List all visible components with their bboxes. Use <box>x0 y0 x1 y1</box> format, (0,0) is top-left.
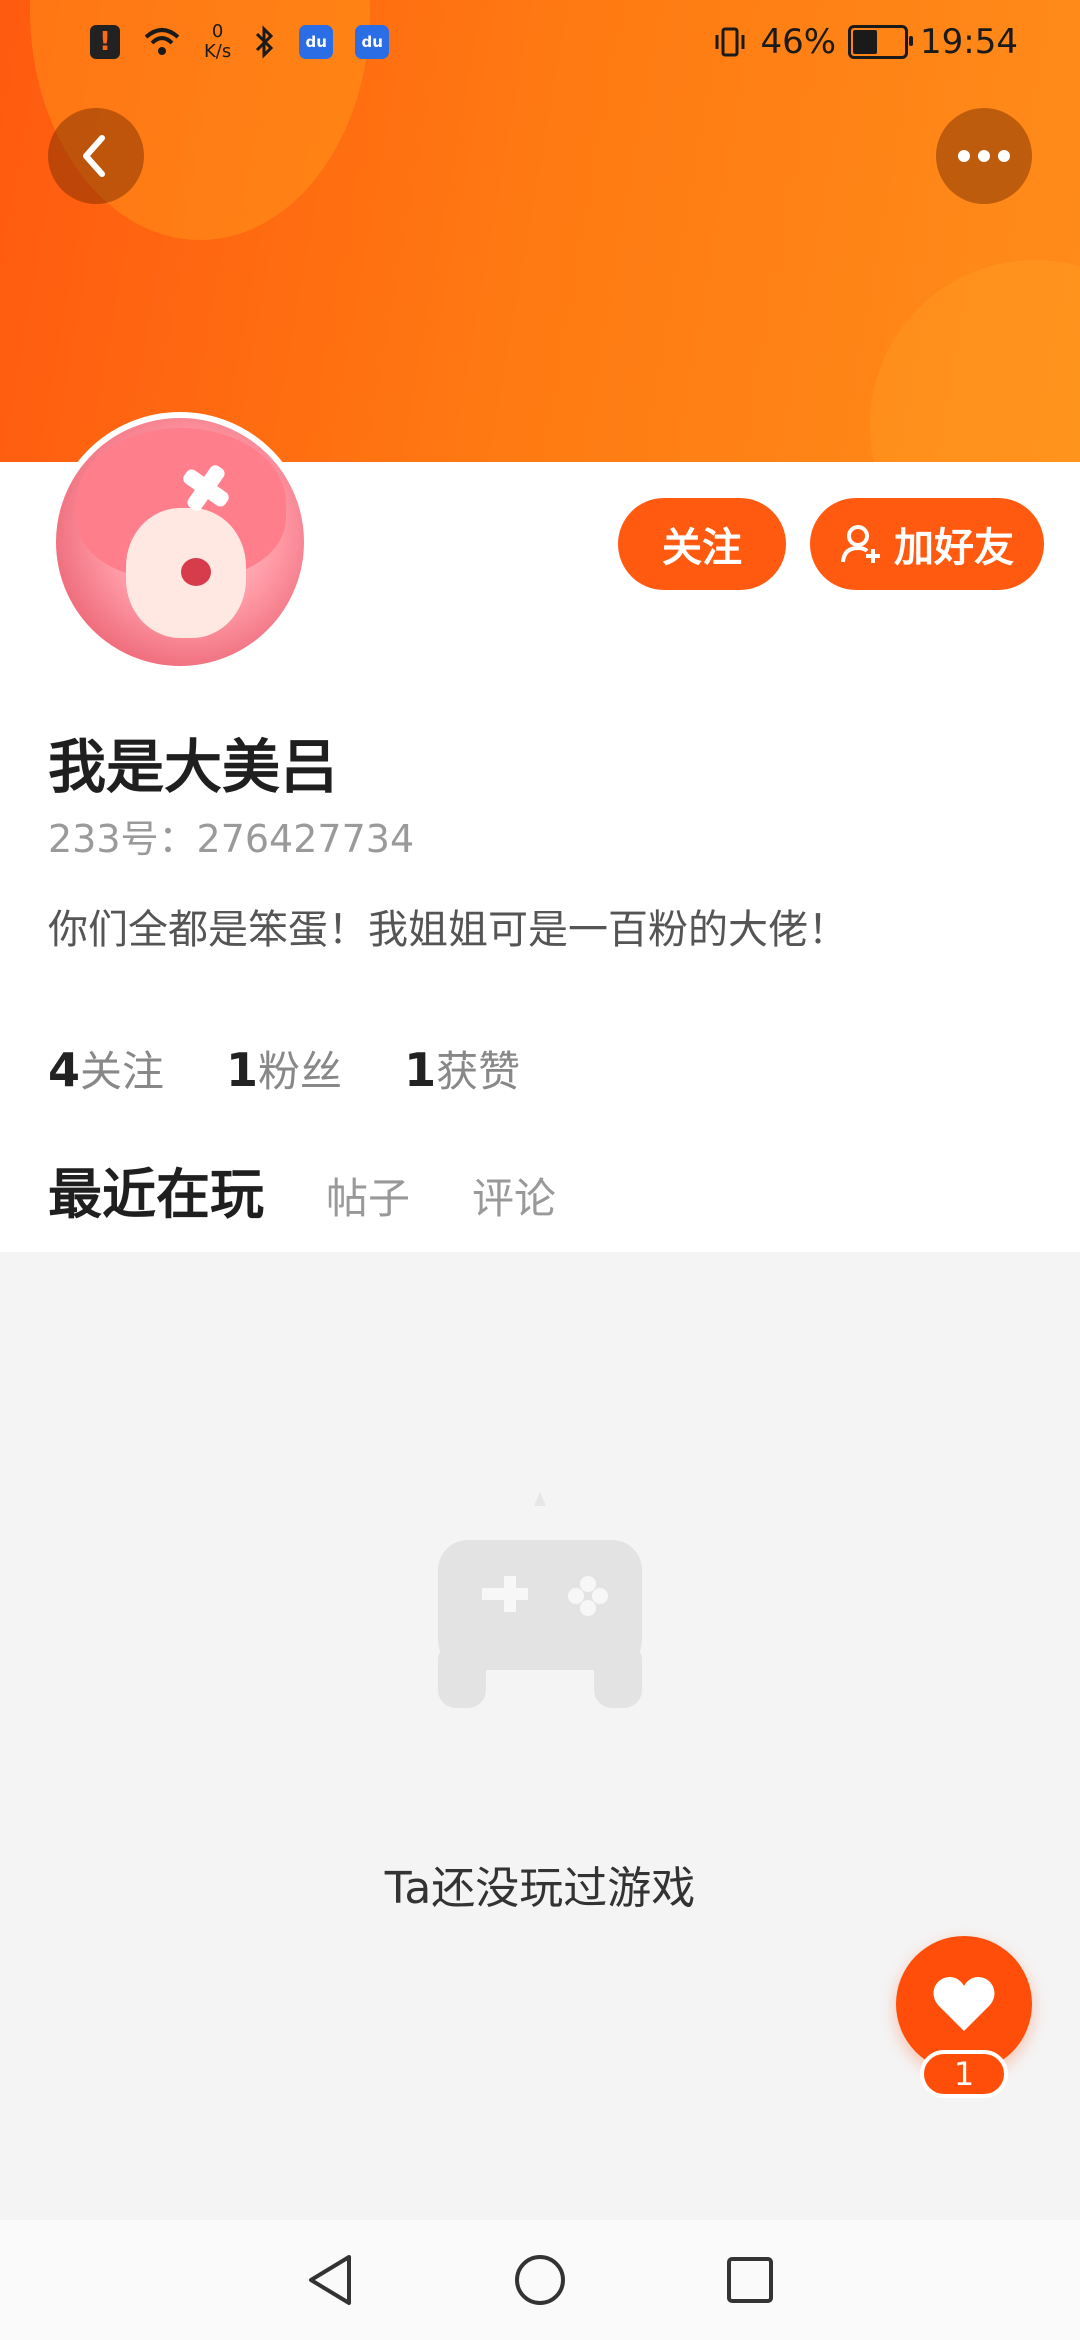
empty-state-text: Ta还没玩过游戏 <box>384 1863 696 1914</box>
follow-button[interactable]: 关注 <box>618 498 786 590</box>
like-count-badge: 1 <box>920 2050 1008 2098</box>
more-button[interactable] <box>936 108 1032 204</box>
nav-back-button[interactable] <box>300 2250 360 2310</box>
battery-icon <box>848 25 914 59</box>
network-speed: 0 K/s <box>204 21 232 62</box>
profile-uid: 233号：276427734 <box>48 817 415 861</box>
system-navigation-bar <box>0 2220 1080 2340</box>
add-friend-icon <box>841 525 880 563</box>
stat-fans[interactable]: 1粉丝 <box>226 1038 342 1099</box>
gamepad-icon <box>438 1492 642 1708</box>
baidu-app-icon: du <box>355 25 390 59</box>
avatar[interactable] <box>50 412 310 672</box>
stat-following[interactable]: 4关注 <box>48 1038 164 1099</box>
battery-percent: 46% <box>760 22 837 62</box>
clock: 19:54 <box>920 22 1018 62</box>
stat-likes[interactable]: 1获赞 <box>404 1038 520 1099</box>
alert-icon: ! <box>90 25 120 59</box>
nav-home-icon <box>515 2255 565 2305</box>
follow-button-label: 关注 <box>662 525 742 571</box>
tab-recent-games[interactable]: 最近在玩 <box>48 1150 264 1265</box>
profile-tabs: 最近在玩 帖子 评论 <box>48 1150 556 1265</box>
bluetooth-icon <box>256 25 274 59</box>
nav-recents-button[interactable] <box>720 2250 780 2310</box>
tab-comments[interactable]: 评论 <box>472 1165 556 1226</box>
heart-icon <box>933 1977 995 2031</box>
more-icon <box>958 150 1010 162</box>
add-friend-label: 加好友 <box>894 525 1014 571</box>
nav-recents-icon <box>727 2257 773 2303</box>
nav-home-button[interactable] <box>510 2250 570 2310</box>
tab-posts[interactable]: 帖子 <box>326 1165 410 1226</box>
profile-bio: 你们全都是笨蛋！我姐姐可是一百粉的大佬！ <box>48 907 848 953</box>
back-button[interactable] <box>48 108 144 204</box>
baidu-app-icon: du <box>299 25 334 59</box>
back-icon <box>83 135 105 177</box>
profile-name: 我是大美吕 <box>48 733 339 801</box>
status-bar: ! 0 K/s du du 46% 19:54 <box>0 0 1080 90</box>
vibrate-icon <box>715 27 745 57</box>
add-friend-button[interactable]: 加好友 <box>810 498 1044 590</box>
nav-back-icon <box>309 2255 351 2305</box>
wifi-icon <box>144 28 180 55</box>
profile-stats: 4关注 1粉丝 1获赞 <box>48 1038 520 1099</box>
banner-decoration <box>870 260 1080 462</box>
tab-content: Ta还没玩过游戏 <box>0 1252 1080 2220</box>
